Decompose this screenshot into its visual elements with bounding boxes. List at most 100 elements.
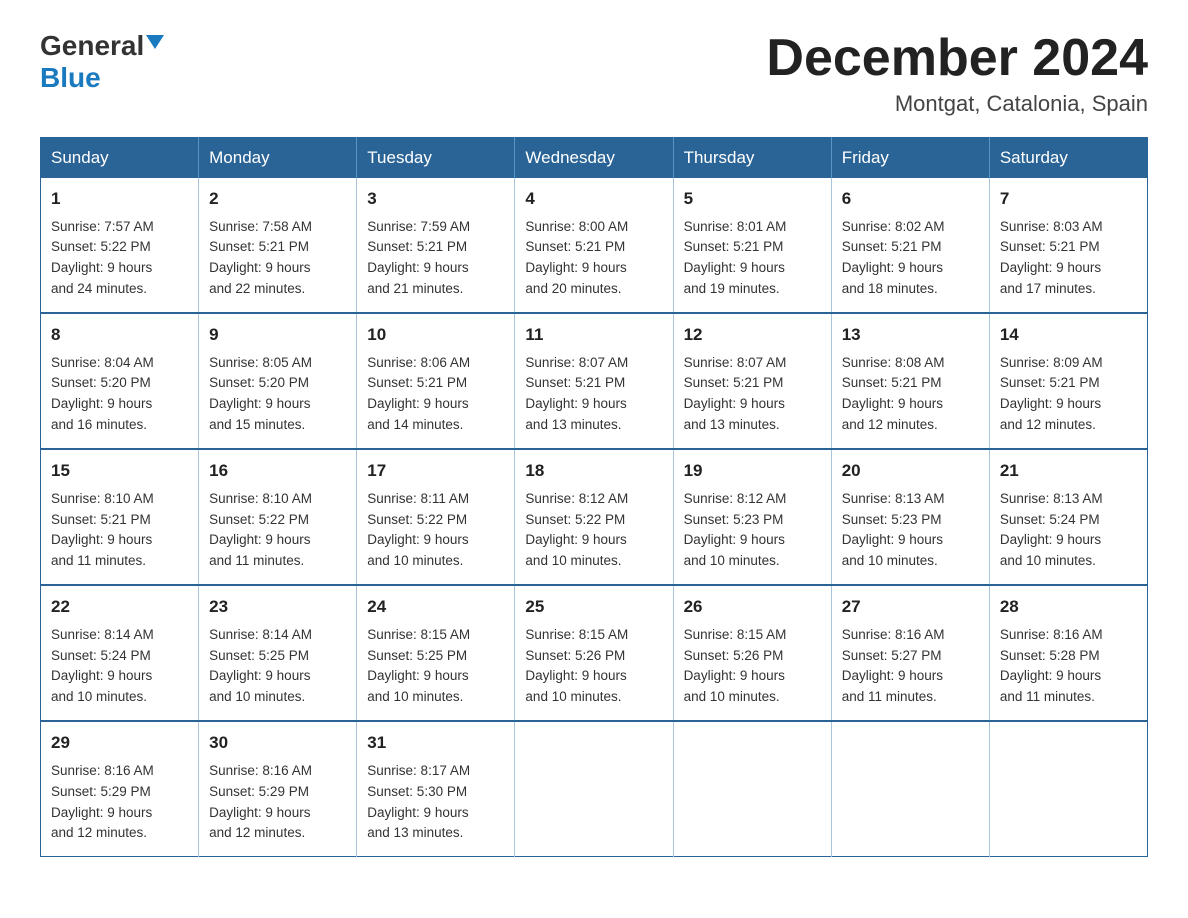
day-number: 16 <box>209 458 346 484</box>
sunrise-info: Sunrise: 7:57 AMSunset: 5:22 PMDaylight:… <box>51 219 154 297</box>
day-number: 24 <box>367 594 504 620</box>
weekday-header-sunday: Sunday <box>41 138 199 179</box>
calendar-cell: 10Sunrise: 8:06 AMSunset: 5:21 PMDayligh… <box>357 313 515 449</box>
sunrise-info: Sunrise: 8:13 AMSunset: 5:23 PMDaylight:… <box>842 491 945 569</box>
week-row-4: 22 Sunrise: 8:14 AMSunset: 5:24 PMDayligh… <box>41 585 1148 721</box>
calendar-cell: 2Sunrise: 7:58 AMSunset: 5:21 PMDaylight… <box>199 178 357 313</box>
calendar-cell: 3 Sunrise: 7:59 AMSunset: 5:21 PMDaylight… <box>357 178 515 313</box>
calendar-cell: 21 Sunrise: 8:13 AMSunset: 5:24 PMDayligh… <box>989 449 1147 585</box>
day-number: 26 <box>684 594 821 620</box>
logo-general-text: General <box>40 30 144 62</box>
sunrise-info: Sunrise: 8:16 AMSunset: 5:29 PMDaylight:… <box>51 763 154 841</box>
day-number: 3 <box>367 186 504 212</box>
calendar-cell: 16 Sunrise: 8:10 AMSunset: 5:22 PMDayligh… <box>199 449 357 585</box>
calendar-cell: 25Sunrise: 8:15 AMSunset: 5:26 PMDayligh… <box>515 585 673 721</box>
sunrise-info: Sunrise: 8:06 AMSunset: 5:21 PMDaylight:… <box>367 355 470 433</box>
day-number: 20 <box>842 458 979 484</box>
sunrise-info: Sunrise: 8:12 AMSunset: 5:23 PMDaylight:… <box>684 491 787 569</box>
calendar-cell: 22 Sunrise: 8:14 AMSunset: 5:24 PMDayligh… <box>41 585 199 721</box>
sunrise-info: Sunrise: 8:05 AMSunset: 5:20 PMDaylight:… <box>209 355 312 433</box>
sunrise-info: Sunrise: 8:14 AMSunset: 5:25 PMDaylight:… <box>209 627 312 705</box>
sunrise-info: Sunrise: 8:15 AMSunset: 5:26 PMDaylight:… <box>684 627 787 705</box>
calendar-cell <box>989 721 1147 857</box>
day-number: 11 <box>525 322 662 348</box>
calendar-cell: 24Sunrise: 8:15 AMSunset: 5:25 PMDayligh… <box>357 585 515 721</box>
sunrise-info: Sunrise: 8:01 AMSunset: 5:21 PMDaylight:… <box>684 219 787 297</box>
calendar-cell: 30 Sunrise: 8:16 AMSunset: 5:29 PMDayligh… <box>199 721 357 857</box>
day-number: 6 <box>842 186 979 212</box>
calendar-cell: 15Sunrise: 8:10 AMSunset: 5:21 PMDayligh… <box>41 449 199 585</box>
sunrise-info: Sunrise: 8:10 AMSunset: 5:22 PMDaylight:… <box>209 491 312 569</box>
sunrise-info: Sunrise: 8:03 AMSunset: 5:21 PMDaylight:… <box>1000 219 1103 297</box>
calendar-cell: 31 Sunrise: 8:17 AMSunset: 5:30 PMDayligh… <box>357 721 515 857</box>
calendar-cell: 26 Sunrise: 8:15 AMSunset: 5:26 PMDayligh… <box>673 585 831 721</box>
weekday-header-tuesday: Tuesday <box>357 138 515 179</box>
day-number: 1 <box>51 186 188 212</box>
calendar-cell: 13 Sunrise: 8:08 AMSunset: 5:21 PMDayligh… <box>831 313 989 449</box>
sunrise-info: Sunrise: 8:11 AMSunset: 5:22 PMDaylight:… <box>367 491 469 569</box>
calendar-cell: 5 Sunrise: 8:01 AMSunset: 5:21 PMDaylight… <box>673 178 831 313</box>
calendar-cell: 14Sunrise: 8:09 AMSunset: 5:21 PMDayligh… <box>989 313 1147 449</box>
sunrise-info: Sunrise: 8:08 AMSunset: 5:21 PMDaylight:… <box>842 355 945 433</box>
location-title: Montgat, Catalonia, Spain <box>766 91 1148 117</box>
sunrise-info: Sunrise: 8:09 AMSunset: 5:21 PMDaylight:… <box>1000 355 1103 433</box>
week-row-1: 1 Sunrise: 7:57 AMSunset: 5:22 PMDaylight… <box>41 178 1148 313</box>
logo-arrow-icon <box>146 35 164 58</box>
logo: General Blue <box>40 30 164 94</box>
weekday-header-thursday: Thursday <box>673 138 831 179</box>
sunrise-info: Sunrise: 8:07 AMSunset: 5:21 PMDaylight:… <box>684 355 787 433</box>
calendar-table: SundayMondayTuesdayWednesdayThursdayFrid… <box>40 137 1148 857</box>
day-number: 7 <box>1000 186 1137 212</box>
calendar-cell: 11 Sunrise: 8:07 AMSunset: 5:21 PMDayligh… <box>515 313 673 449</box>
calendar-cell: 20 Sunrise: 8:13 AMSunset: 5:23 PMDayligh… <box>831 449 989 585</box>
calendar-cell: 19 Sunrise: 8:12 AMSunset: 5:23 PMDayligh… <box>673 449 831 585</box>
weekday-header-saturday: Saturday <box>989 138 1147 179</box>
day-number: 31 <box>367 730 504 756</box>
day-number: 30 <box>209 730 346 756</box>
day-number: 4 <box>525 186 662 212</box>
weekday-header-monday: Monday <box>199 138 357 179</box>
week-row-2: 8Sunrise: 8:04 AMSunset: 5:20 PMDaylight… <box>41 313 1148 449</box>
day-number: 17 <box>367 458 504 484</box>
logo-blue-text: Blue <box>40 62 101 93</box>
weekday-header-friday: Friday <box>831 138 989 179</box>
weekday-header-wednesday: Wednesday <box>515 138 673 179</box>
week-row-5: 29Sunrise: 8:16 AMSunset: 5:29 PMDayligh… <box>41 721 1148 857</box>
day-number: 21 <box>1000 458 1137 484</box>
calendar-cell: 8Sunrise: 8:04 AMSunset: 5:20 PMDaylight… <box>41 313 199 449</box>
calendar-cell <box>673 721 831 857</box>
sunrise-info: Sunrise: 7:58 AMSunset: 5:21 PMDaylight:… <box>209 219 312 297</box>
sunrise-info: Sunrise: 8:13 AMSunset: 5:24 PMDaylight:… <box>1000 491 1103 569</box>
sunrise-info: Sunrise: 7:59 AMSunset: 5:21 PMDaylight:… <box>367 219 470 297</box>
sunrise-info: Sunrise: 8:00 AMSunset: 5:21 PMDaylight:… <box>525 219 628 297</box>
weekday-header-row: SundayMondayTuesdayWednesdayThursdayFrid… <box>41 138 1148 179</box>
calendar-cell <box>831 721 989 857</box>
day-number: 13 <box>842 322 979 348</box>
day-number: 27 <box>842 594 979 620</box>
calendar-cell: 6Sunrise: 8:02 AMSunset: 5:21 PMDaylight… <box>831 178 989 313</box>
calendar-cell: 12Sunrise: 8:07 AMSunset: 5:21 PMDayligh… <box>673 313 831 449</box>
title-section: December 2024 Montgat, Catalonia, Spain <box>766 30 1148 117</box>
day-number: 22 <box>51 594 188 620</box>
sunrise-info: Sunrise: 8:12 AMSunset: 5:22 PMDaylight:… <box>525 491 628 569</box>
sunrise-info: Sunrise: 8:04 AMSunset: 5:20 PMDaylight:… <box>51 355 154 433</box>
calendar-cell: 4 Sunrise: 8:00 AMSunset: 5:21 PMDaylight… <box>515 178 673 313</box>
sunrise-info: Sunrise: 8:17 AMSunset: 5:30 PMDaylight:… <box>367 763 470 841</box>
sunrise-info: Sunrise: 8:14 AMSunset: 5:24 PMDaylight:… <box>51 627 154 705</box>
day-number: 5 <box>684 186 821 212</box>
week-row-3: 15Sunrise: 8:10 AMSunset: 5:21 PMDayligh… <box>41 449 1148 585</box>
sunrise-info: Sunrise: 8:07 AMSunset: 5:21 PMDaylight:… <box>525 355 628 433</box>
calendar-cell: 27Sunrise: 8:16 AMSunset: 5:27 PMDayligh… <box>831 585 989 721</box>
sunrise-info: Sunrise: 8:10 AMSunset: 5:21 PMDaylight:… <box>51 491 154 569</box>
sunrise-info: Sunrise: 8:15 AMSunset: 5:26 PMDaylight:… <box>525 627 628 705</box>
calendar-cell: 7 Sunrise: 8:03 AMSunset: 5:21 PMDaylight… <box>989 178 1147 313</box>
calendar-cell: 18 Sunrise: 8:12 AMSunset: 5:22 PMDayligh… <box>515 449 673 585</box>
page-header: General Blue December 2024 Montgat, Cata… <box>40 30 1148 117</box>
day-number: 19 <box>684 458 821 484</box>
sunrise-info: Sunrise: 8:16 AMSunset: 5:28 PMDaylight:… <box>1000 627 1103 705</box>
sunrise-info: Sunrise: 8:16 AMSunset: 5:29 PMDaylight:… <box>209 763 312 841</box>
calendar-cell: 29Sunrise: 8:16 AMSunset: 5:29 PMDayligh… <box>41 721 199 857</box>
calendar-cell: 17 Sunrise: 8:11 AMSunset: 5:22 PMDayligh… <box>357 449 515 585</box>
day-number: 18 <box>525 458 662 484</box>
calendar-cell: 9Sunrise: 8:05 AMSunset: 5:20 PMDaylight… <box>199 313 357 449</box>
